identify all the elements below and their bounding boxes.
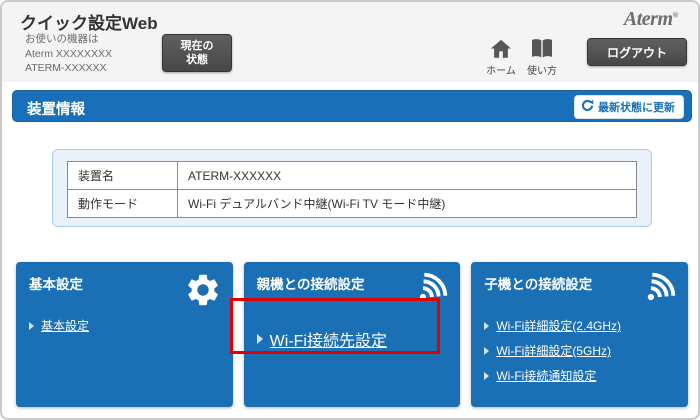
panel-child-connection: 子機との接続設定 Wi-Fi詳細設定(2.4GHz) Wi-Fi詳細設定(5GH…: [471, 262, 688, 407]
device-note: お使いの機器は: [25, 33, 99, 45]
home-icon: [479, 38, 523, 60]
aterm-logo: Aterm®: [623, 8, 679, 30]
gear-icon: [184, 271, 222, 314]
device-info-section-bar: 装置情報 最新状態に更新: [12, 90, 692, 122]
operation-mode-value: Wi-Fi デュアルバンド中継(Wi-Fi TV モード中継): [177, 189, 637, 218]
wifi-detail-5ghz-link[interactable]: Wi-Fi詳細設定(5GHz): [496, 342, 611, 359]
triangle-bullet-icon: [29, 321, 34, 330]
page-title: クイック設定Web: [20, 14, 158, 33]
wifi-icon: [413, 271, 449, 312]
operation-mode-label: 動作モード: [67, 189, 178, 218]
list-item: Wi-Fi詳細設定(5GHz): [484, 342, 675, 359]
current-status-button[interactable]: 現在の 状態: [162, 34, 232, 72]
current-status-label-line2: 状態: [186, 54, 208, 66]
quick-setup-web-page: クイック設定Web お使いの機器は Aterm XXXXXXXX ATERM-X…: [0, 0, 700, 420]
triangle-bullet-icon: [484, 321, 490, 330]
wifi-detail-24ghz-link[interactable]: Wi-Fi詳細設定(2.4GHz): [496, 317, 621, 334]
home-label: ホーム: [486, 66, 516, 77]
wifi-connection-destination-link[interactable]: Wi-Fi接続先設定: [270, 327, 387, 351]
list-item: 基本設定: [29, 317, 220, 334]
guide-label: 使い方: [527, 66, 557, 77]
device-info-box: 装置名 ATERM-XXXXXX 動作モード Wi-Fi デュアルバンド中継(W…: [52, 149, 652, 227]
panel-basic-settings: 基本設定 基本設定: [16, 262, 233, 407]
wifi-icon: [641, 271, 677, 312]
home-button[interactable]: ホーム: [479, 38, 523, 77]
book-icon: [520, 38, 564, 60]
section-title: 装置情報: [27, 102, 85, 118]
basic-settings-link[interactable]: 基本設定: [41, 317, 89, 334]
device-info: お使いの機器は Aterm XXXXXXXX ATERM-XXXXXX: [25, 32, 112, 76]
refresh-status-button[interactable]: 最新状態に更新: [574, 95, 684, 119]
list-item: Wi-Fi接続先設定: [256, 327, 448, 351]
device-name: ATERM-XXXXXX: [25, 62, 107, 75]
triangle-bullet-icon: [256, 334, 263, 344]
header: クイック設定Web お使いの機器は Aterm XXXXXXXX ATERM-X…: [2, 2, 698, 82]
table-row: 装置名 ATERM-XXXXXX: [67, 161, 637, 190]
list-item: Wi-Fi詳細設定(2.4GHz): [484, 317, 675, 334]
device-model: Aterm XXXXXXXX: [25, 47, 112, 60]
guide-button[interactable]: 使い方: [520, 38, 564, 77]
refresh-label: 最新状態に更新: [598, 102, 675, 114]
logout-button[interactable]: ログアウト: [587, 38, 687, 66]
device-name-value: ATERM-XXXXXX: [177, 161, 637, 190]
list-item: Wi-Fi接続通知設定: [484, 367, 675, 384]
panel-parent-connection: 親機との接続設定 Wi-Fi接続先設定: [243, 262, 461, 407]
table-row: 動作モード Wi-Fi デュアルバンド中継(Wi-Fi TV モード中継): [67, 189, 637, 218]
settings-panels: 基本設定 基本設定 親機との接続設定 Wi-Fi接続先設定 子機との接続設定 W…: [16, 262, 688, 407]
device-info-table: 装置名 ATERM-XXXXXX 動作モード Wi-Fi デュアルバンド中継(W…: [67, 161, 637, 218]
triangle-bullet-icon: [484, 371, 490, 380]
refresh-icon: [581, 99, 594, 115]
wifi-notify-link[interactable]: Wi-Fi接続通知設定: [496, 367, 596, 384]
device-name-label: 装置名: [67, 161, 178, 190]
triangle-bullet-icon: [484, 346, 490, 355]
current-status-label-line1: 現在の: [180, 39, 214, 52]
